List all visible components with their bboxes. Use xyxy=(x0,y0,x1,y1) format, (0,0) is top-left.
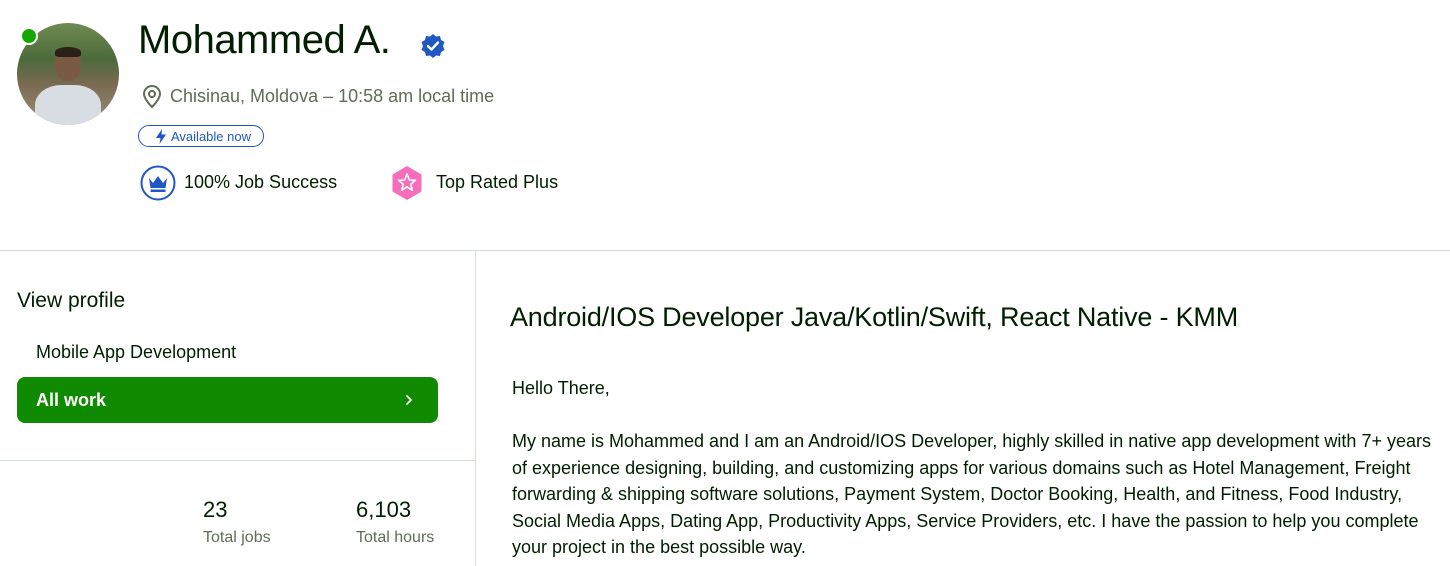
crown-icon xyxy=(140,165,176,201)
stat-value: 6,103 xyxy=(356,497,412,522)
avatar[interactable] xyxy=(17,23,119,125)
profile-title: Android/IOS Developer Java/Kotlin/Swift,… xyxy=(510,302,1238,332)
stat-total-jobs: 23 Total jobs xyxy=(203,497,271,547)
sidebar-item-mobile-app-development[interactable]: Mobile App Development xyxy=(36,342,236,363)
job-success-badge: 100% Job Success xyxy=(184,172,338,192)
online-status-dot xyxy=(20,27,38,45)
sidebar-divider xyxy=(0,460,475,461)
location-text: Chisinau, Moldova – 10:58 am local time xyxy=(170,86,495,106)
verified-badge-icon xyxy=(421,34,445,58)
profile-header: Mohammed A. Chisinau, Moldova – 10:58 am… xyxy=(0,0,1450,250)
star-badge-icon xyxy=(392,166,422,200)
stat-label: Total hours xyxy=(356,529,435,546)
bio-greeting: Hello There, xyxy=(512,378,610,398)
stat-label: Total jobs xyxy=(203,529,271,546)
lightning-icon xyxy=(156,129,166,144)
bio-text: My name is Mohammed and I am an Android/… xyxy=(512,431,1431,557)
header-divider xyxy=(0,250,1450,251)
profile-name: Mohammed A. xyxy=(138,18,391,62)
view-profile-heading: View profile xyxy=(17,289,126,312)
all-work-button[interactable]: All work xyxy=(17,377,438,423)
availability-label: Available now xyxy=(171,128,251,144)
location-pin-icon xyxy=(142,85,162,109)
stat-total-hours: 6,103 Total hours xyxy=(356,497,434,547)
all-work-label: All work xyxy=(36,389,107,410)
column-divider xyxy=(475,251,476,566)
availability-badge[interactable]: Available now xyxy=(138,125,264,147)
top-rated-badge: Top Rated Plus xyxy=(436,172,559,192)
stat-value: 23 xyxy=(203,497,228,522)
chevron-right-icon xyxy=(406,395,412,405)
